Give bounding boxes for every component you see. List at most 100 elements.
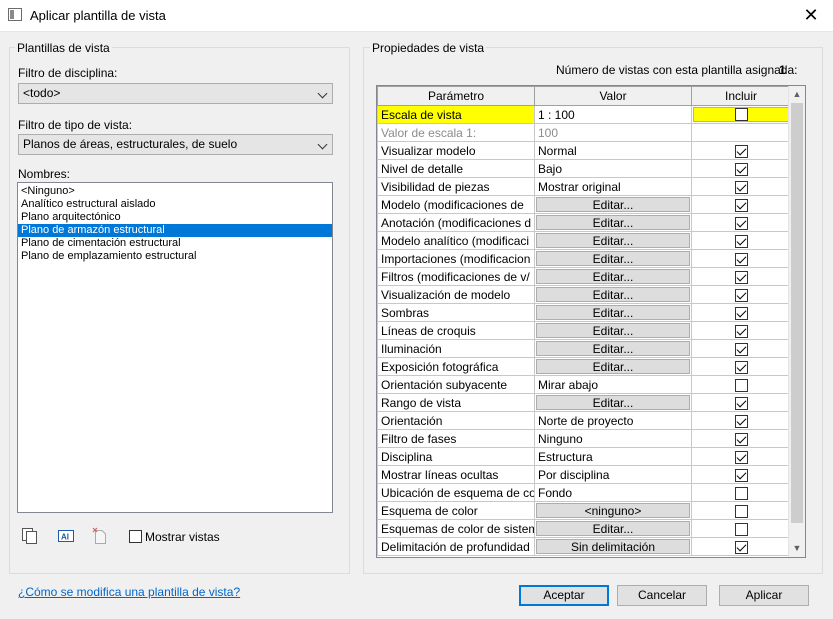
include-cell bbox=[691, 159, 791, 178]
include-checkbox[interactable] bbox=[734, 108, 748, 121]
include-checkbox[interactable] bbox=[734, 306, 748, 320]
edit-value-button[interactable]: Editar... bbox=[536, 521, 690, 536]
parameter-cell: Mostrar líneas ocultas bbox=[377, 465, 535, 484]
include-checkbox[interactable] bbox=[734, 234, 748, 248]
rename-icon[interactable]: AI bbox=[57, 528, 75, 544]
include-checkbox[interactable] bbox=[734, 414, 748, 428]
include-checkbox[interactable] bbox=[734, 216, 748, 230]
view-templates-group-title: Plantillas de vista bbox=[15, 41, 112, 55]
table-row: Mostrar líneas ocultas Por disciplina bbox=[377, 465, 791, 484]
duplicate-icon[interactable] bbox=[21, 527, 39, 545]
include-checkbox[interactable] bbox=[734, 252, 748, 266]
edit-value-button[interactable]: Editar... bbox=[536, 305, 690, 320]
help-link[interactable]: ¿Cómo se modifica una plantilla de vista… bbox=[18, 585, 240, 599]
column-header-value[interactable]: Valor bbox=[534, 86, 692, 106]
include-checkbox[interactable] bbox=[734, 144, 748, 158]
include-checkbox[interactable] bbox=[734, 180, 748, 194]
column-header-parameter[interactable]: Parámetro bbox=[377, 86, 535, 106]
include-checkbox[interactable] bbox=[734, 270, 748, 284]
value-cell[interactable]: 1 : 100 bbox=[534, 105, 692, 124]
window-icon bbox=[8, 8, 22, 21]
include-checkbox[interactable] bbox=[734, 450, 748, 464]
edit-value-button[interactable]: <ninguno> bbox=[536, 503, 690, 518]
value-cell[interactable]: Mostrar original bbox=[534, 177, 692, 196]
close-icon[interactable]: ✕ bbox=[789, 0, 833, 31]
value-cell[interactable]: Mirar abajo bbox=[534, 375, 692, 394]
value-cell: Editar... bbox=[534, 339, 692, 358]
include-cell bbox=[691, 429, 791, 448]
scrollbar-thumb[interactable] bbox=[791, 103, 803, 523]
list-item[interactable]: Analítico estructural aislado bbox=[18, 198, 332, 211]
names-listbox[interactable]: <Ninguno> Analítico estructural aislado Pl… bbox=[17, 182, 333, 513]
view-type-filter-label: Filtro de tipo de vista: bbox=[18, 118, 133, 132]
include-checkbox[interactable] bbox=[734, 486, 748, 500]
list-item[interactable]: <Ninguno> bbox=[18, 185, 332, 198]
parameter-cell: Modelo analítico (modificaci bbox=[377, 231, 535, 250]
edit-value-button[interactable]: Editar... bbox=[536, 233, 690, 248]
assigned-views-count: 1 bbox=[779, 63, 786, 77]
list-item[interactable]: Plano de cimentación estructural bbox=[18, 237, 332, 250]
ok-button[interactable]: Aceptar bbox=[519, 585, 609, 606]
include-checkbox[interactable] bbox=[734, 396, 748, 410]
list-item[interactable]: Plano de armazón estructural bbox=[18, 224, 332, 237]
include-checkbox[interactable] bbox=[734, 432, 748, 446]
include-checkbox[interactable] bbox=[734, 504, 748, 518]
list-item[interactable]: Plano arquitectónico bbox=[18, 211, 332, 224]
cancel-button[interactable]: Cancelar bbox=[617, 585, 707, 606]
include-checkbox[interactable] bbox=[734, 378, 748, 392]
include-cell bbox=[691, 483, 791, 502]
include-cell bbox=[691, 213, 791, 232]
include-checkbox[interactable] bbox=[734, 540, 748, 554]
include-checkbox[interactable] bbox=[734, 522, 748, 536]
value-cell[interactable]: Fondo bbox=[534, 483, 692, 502]
scroll-down-icon[interactable]: ▼ bbox=[789, 540, 805, 557]
edit-value-button[interactable]: Editar... bbox=[536, 395, 690, 410]
value-cell[interactable]: Norte de proyecto bbox=[534, 411, 692, 430]
value-cell: Editar... bbox=[534, 195, 692, 214]
list-item[interactable]: Plano de emplazamiento estructural bbox=[18, 250, 332, 263]
parameter-cell: Valor de escala 1: bbox=[377, 123, 535, 142]
column-header-include[interactable]: Incluir bbox=[691, 86, 791, 106]
include-checkbox[interactable] bbox=[734, 288, 748, 302]
include-cell bbox=[691, 519, 791, 538]
edit-value-button[interactable]: Editar... bbox=[536, 341, 690, 356]
edit-value-button[interactable]: Editar... bbox=[536, 287, 690, 302]
parameter-label: Escala de vista bbox=[381, 107, 462, 122]
parameter-label: Sombras bbox=[381, 305, 430, 320]
parameter-cell: Esquema de color bbox=[377, 501, 535, 520]
parameter-label: Modelo analítico (modificaci bbox=[381, 233, 530, 248]
edit-value-button[interactable]: Sin delimitación bbox=[536, 539, 690, 554]
view-properties-group-title: Propiedades de vista bbox=[370, 41, 487, 55]
value-cell[interactable]: Estructura bbox=[534, 447, 692, 466]
view-type-filter-select[interactable]: Planos de áreas, estructurales, de suelo bbox=[18, 134, 333, 155]
edit-value-button[interactable]: Editar... bbox=[536, 251, 690, 266]
include-checkbox[interactable] bbox=[734, 198, 748, 212]
scroll-up-icon[interactable]: ▲ bbox=[789, 86, 805, 103]
show-views-checkbox[interactable] bbox=[129, 530, 142, 543]
include-cell bbox=[691, 501, 791, 520]
include-checkbox[interactable] bbox=[734, 342, 748, 356]
table-row: Exposición fotográfica Editar... bbox=[377, 357, 791, 376]
value-cell[interactable]: Por disciplina bbox=[534, 465, 692, 484]
discipline-filter-select[interactable]: <todo> bbox=[18, 83, 333, 104]
edit-value-button[interactable]: Editar... bbox=[536, 215, 690, 230]
parameter-cell: Orientación bbox=[377, 411, 535, 430]
edit-value-button[interactable]: Editar... bbox=[536, 197, 690, 212]
edit-value-button[interactable]: Editar... bbox=[536, 269, 690, 284]
parameter-label: Rango de vista bbox=[381, 395, 462, 410]
value-cell[interactable]: Bajo bbox=[534, 159, 692, 178]
value-cell[interactable]: Ninguno bbox=[534, 429, 692, 448]
edit-value-button[interactable]: Editar... bbox=[536, 323, 690, 338]
edit-value-button[interactable]: Editar... bbox=[536, 359, 690, 374]
include-checkbox[interactable] bbox=[734, 468, 748, 482]
include-checkbox[interactable] bbox=[734, 324, 748, 338]
grid-scrollbar[interactable]: ▲ ▼ bbox=[788, 86, 805, 557]
value-cell[interactable]: Normal bbox=[534, 141, 692, 160]
table-row: Nivel de detalle Bajo bbox=[377, 159, 791, 178]
parameter-cell: Orientación subyacente bbox=[377, 375, 535, 394]
apply-button[interactable]: Aplicar bbox=[719, 585, 809, 606]
parameter-label: Disciplina bbox=[381, 449, 433, 464]
include-checkbox[interactable] bbox=[734, 360, 748, 374]
include-checkbox[interactable] bbox=[734, 162, 748, 176]
names-label: Nombres: bbox=[18, 167, 71, 181]
